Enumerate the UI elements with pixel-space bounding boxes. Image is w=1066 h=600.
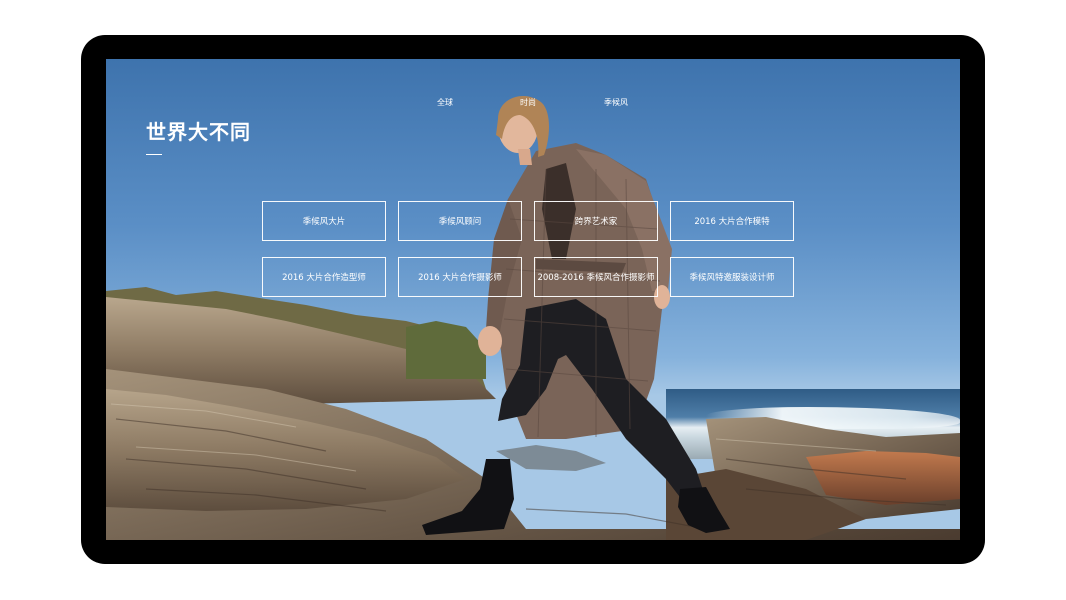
top-nav: 全球 时尚 季候风 [106, 97, 960, 111]
grid-button-crossover-artist[interactable]: 跨界艺术家 [534, 201, 658, 241]
nav-item-monsoon[interactable]: 季候风 [604, 97, 628, 108]
grid-button-2016-models[interactable]: 2016 大片合作模特 [670, 201, 794, 241]
page-title: 世界大不同 [146, 120, 251, 144]
grid-button-2016-photographers[interactable]: 2016 大片合作摄影师 [398, 257, 522, 297]
grid-button-2016-stylists[interactable]: 2016 大片合作造型师 [262, 257, 386, 297]
screen: 全球 时尚 季候风 世界大不同 季候风大片 季候风顾问 跨界艺术家 2016 大… [106, 59, 960, 540]
grid-button-monsoon-consultant[interactable]: 季候风顾问 [398, 201, 522, 241]
title-underline [146, 154, 162, 155]
nav-item-global[interactable]: 全球 [437, 97, 453, 108]
device-frame: 全球 时尚 季候风 世界大不同 季候风大片 季候风顾问 跨界艺术家 2016 大… [81, 35, 985, 564]
grid-button-2008-2016-photographers[interactable]: 2008-2016 季候风合作摄影师 [534, 257, 658, 297]
nav-item-fashion[interactable]: 时尚 [520, 97, 536, 108]
grid-button-guest-designer[interactable]: 季候风特邀服装设计师 [670, 257, 794, 297]
grid-button-monsoon-editorial[interactable]: 季候风大片 [262, 201, 386, 241]
